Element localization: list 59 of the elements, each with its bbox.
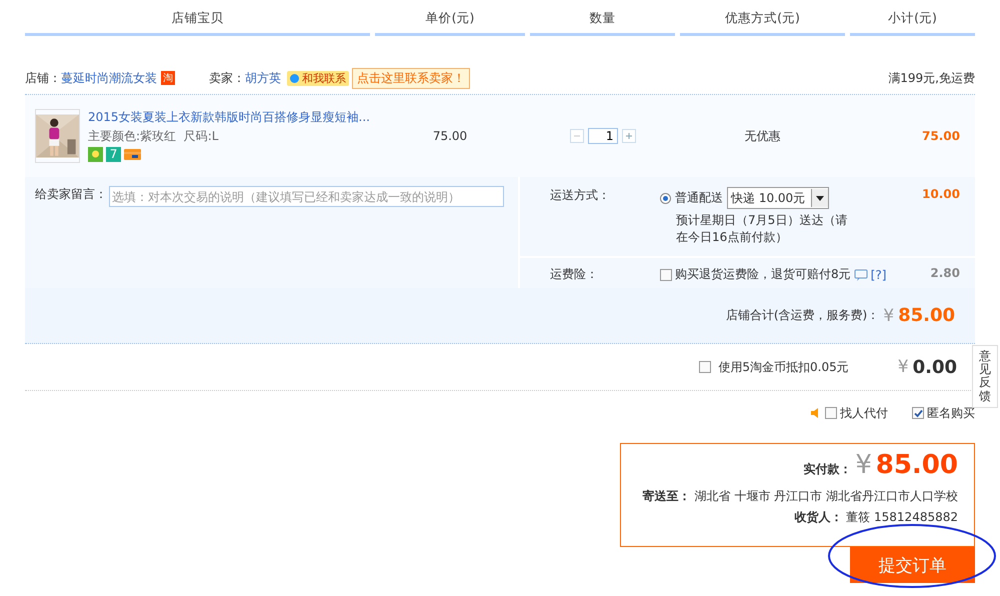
address-text: 湖北省 十堰市 丹江口市 湖北省丹江口市人口学校 — [694, 489, 958, 503]
unit-price: 75.00 — [432, 129, 468, 143]
currency-symbol: ¥ — [898, 357, 909, 377]
card-icon — [124, 147, 142, 162]
return-badge: 7 — [106, 147, 122, 162]
checkbox[interactable] — [660, 268, 672, 280]
checkbox[interactable] — [699, 361, 712, 373]
insurance-text: 购买退货运费险，退货可赔付8元 — [675, 266, 851, 283]
shop-badge: 淘 — [161, 71, 175, 85]
radio-button[interactable] — [660, 192, 671, 204]
insurance-fee: 2.80 — [929, 266, 961, 282]
discount-text: 无优惠 — [744, 128, 782, 144]
delivery-estimate: 预计星期日（7月5日）送达（请在今日16点前付款） — [676, 212, 848, 246]
minus-button[interactable] — [570, 129, 584, 143]
receiver-text: 董筱 15812485882 — [846, 510, 958, 524]
store-total-label: 店铺合计(含运费，服务费)： — [726, 307, 880, 324]
contact-tooltip: 点击这里联系卖家！ — [352, 68, 470, 88]
shipping-label: 运送方式： — [549, 187, 611, 204]
column-header: 店铺宝贝 — [25, 10, 370, 36]
option-label: 找人代付 — [840, 404, 888, 422]
currency-symbol: ¥ — [855, 450, 872, 480]
receiver-label: 收货人： — [794, 510, 842, 524]
shipping-note: 满199元,免运费 — [888, 70, 975, 86]
shipping-select[interactable]: 快递 10.00元 — [727, 187, 830, 209]
checkbox[interactable] — [825, 407, 837, 419]
column-header: 单价(元) — [375, 10, 525, 36]
shipping-fee: 10.00 — [921, 187, 961, 203]
feedback-tab[interactable]: 意见反馈 — [972, 345, 998, 408]
flower-icon — [88, 147, 104, 162]
shipping-option: 普通配送 — [675, 190, 723, 204]
insurance-label: 运费险： — [549, 266, 599, 283]
payment-amount: 85.00 — [876, 450, 958, 480]
seller-label: 卖家： — [209, 70, 245, 86]
contact-button[interactable]: 和我联系 — [287, 70, 349, 86]
shop-link[interactable]: 蔓延时尚潮流女装 — [61, 70, 157, 86]
payment-label: 实付款： — [804, 462, 852, 476]
product-attributes: 主要颜色:紫玫红 尺码:L — [88, 128, 220, 145]
message-label: 给卖家留言： — [35, 186, 107, 203]
currency-symbol: ¥ — [883, 306, 894, 326]
column-header: 优惠方式(元) — [680, 10, 845, 36]
product-title-link[interactable]: 2015女装夏装上衣新款韩版时尚百搭修身显瘦短袖... — [88, 109, 370, 126]
submit-order-button[interactable]: 提交订单 — [850, 547, 975, 583]
seller-link[interactable]: 胡方英 — [245, 70, 281, 86]
address-label: 寄送至： — [642, 489, 691, 503]
column-header: 小计(元) — [850, 10, 975, 36]
coins-text: 使用5淘金币抵扣0.05元 — [718, 358, 849, 376]
message-field[interactable]: 选填：对本次交易的说明（建议填写已经和卖家达成一致的说明） — [109, 186, 504, 207]
plus-button[interactable] — [622, 129, 636, 143]
quantity-field[interactable]: 1 — [588, 128, 618, 144]
shop-label: 店铺： — [25, 70, 61, 86]
checkbox[interactable] — [912, 407, 924, 419]
chat-icon[interactable] — [854, 268, 868, 280]
option-label: 匿名购买 — [927, 404, 975, 422]
caret-icon — [811, 189, 828, 207]
coins-amount: 0.00 — [912, 356, 957, 378]
help-link[interactable]: [?] — [870, 268, 886, 282]
column-header: 数量 — [530, 10, 675, 36]
store-total-amount: 85.00 — [898, 305, 955, 326]
item-subtotal: 75.00 — [921, 129, 961, 143]
